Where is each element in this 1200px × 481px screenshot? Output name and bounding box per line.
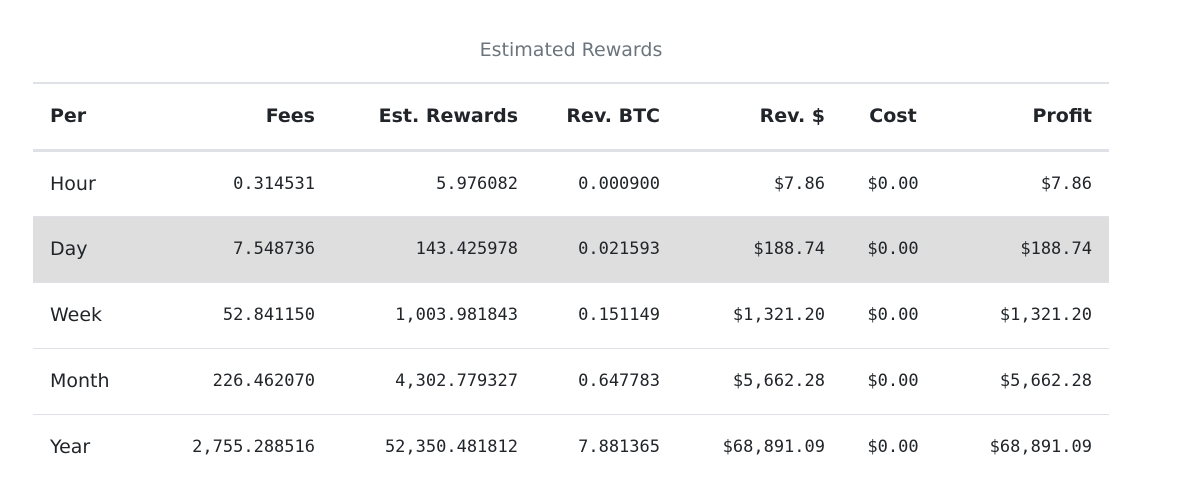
- cell-profit: $1,321.20: [999, 305, 1092, 325]
- header-fees: Fees: [265, 105, 315, 128]
- cell-fees: 52.841150: [222, 305, 315, 325]
- table-header-row: Per Fees Est. Rewards Rev. BTC Rev. $ Co…: [33, 83, 1109, 150]
- table-row: Month 226.462070 4,302.779327 0.647783 $…: [33, 348, 1109, 414]
- cell-profit: $188.74: [1020, 239, 1092, 259]
- cell-rev-btc: 0.151149: [578, 305, 660, 325]
- cell-profit: $5,662.28: [999, 371, 1092, 391]
- cell-rev-usd: $188.74: [753, 239, 825, 259]
- table-row: Week 52.841150 1,003.981843 0.151149 $1,…: [33, 282, 1109, 348]
- header-profit: Profit: [1032, 105, 1092, 128]
- cell-per: Week: [50, 304, 103, 326]
- cell-est-rewards: 52,350.481812: [384, 437, 518, 458]
- table-row: Year 2,755.288516 52,350.481812 7.881365…: [33, 414, 1109, 480]
- cell-per: Month: [50, 370, 110, 392]
- cell-cost: $0.00: [867, 305, 919, 325]
- cell-rev-btc: 7.881365: [578, 437, 660, 458]
- cell-fees: 2,755.288516: [192, 437, 315, 458]
- cell-est-rewards: 143.425978: [415, 239, 518, 259]
- cell-rev-usd: $68,891.09: [722, 437, 825, 458]
- cell-rev-usd: $5,662.28: [732, 371, 825, 391]
- header-rev-usd: Rev. $: [759, 105, 825, 128]
- cell-rev-btc: 0.000900: [578, 173, 660, 194]
- header-per: Per: [50, 105, 87, 128]
- cell-rev-usd: $1,321.20: [732, 305, 825, 325]
- cell-fees: 226.462070: [212, 371, 315, 391]
- table-caption: Estimated Rewards: [479, 39, 663, 61]
- cell-est-rewards: 1,003.981843: [395, 305, 518, 325]
- rewards-panel: Estimated Rewards Per Fees Est. Rewards …: [33, 0, 1109, 480]
- table-row: Hour 0.314531 5.976082 0.000900 $7.86 $0…: [33, 150, 1109, 216]
- cell-cost: $0.00: [867, 239, 919, 259]
- rewards-table: Per Fees Est. Rewards Rev. BTC Rev. $ Co…: [33, 82, 1109, 480]
- cell-rev-btc: 0.647783: [578, 371, 660, 391]
- cell-cost: $0.00: [867, 371, 919, 391]
- cell-est-rewards: 5.976082: [436, 173, 518, 194]
- cell-cost: $0.00: [867, 173, 919, 194]
- cell-fees: 0.314531: [233, 173, 315, 194]
- header-est-rewards: Est. Rewards: [378, 105, 518, 128]
- cell-per: Hour: [50, 172, 96, 195]
- cell-per: Day: [50, 238, 88, 260]
- cell-fees: 7.548736: [233, 239, 315, 259]
- header-rev-btc: Rev. BTC: [566, 105, 660, 128]
- table-row: Day 7.548736 143.425978 0.021593 $188.74…: [33, 216, 1109, 282]
- cell-rev-usd: $7.86: [773, 173, 825, 194]
- cell-est-rewards: 4,302.779327: [395, 371, 518, 391]
- cell-profit: $68,891.09: [989, 437, 1092, 458]
- cell-profit: $7.86: [1040, 173, 1092, 194]
- cell-rev-btc: 0.021593: [578, 239, 660, 259]
- cell-per: Year: [50, 436, 91, 459]
- header-cost: Cost: [869, 105, 917, 128]
- cell-cost: $0.00: [867, 437, 919, 458]
